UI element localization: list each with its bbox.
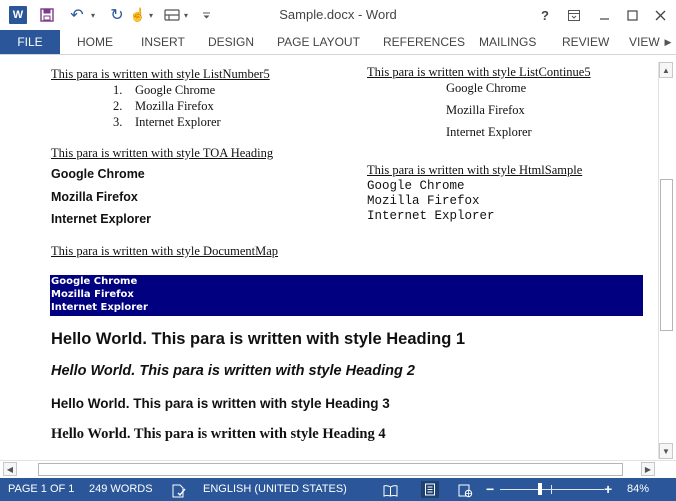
tab-view[interactable]: VIEW	[629, 30, 660, 54]
zoom-in-button[interactable]: +	[604, 478, 612, 501]
list-number5-caption: This para is written with style ListNumb…	[51, 67, 270, 81]
horizontal-scroll-thumb[interactable]	[38, 463, 623, 476]
toa-heading-item: Google Chrome	[51, 167, 145, 181]
page-count-status[interactable]: PAGE 1 OF 1	[8, 478, 74, 501]
help-button[interactable]: ?	[533, 3, 557, 27]
web-layout-icon[interactable]	[458, 478, 473, 501]
list-number5-item-number: 2.	[113, 99, 123, 113]
heading-2: Hello World. This para is written with s…	[51, 363, 415, 379]
scroll-down-icon[interactable]: ▼	[659, 443, 673, 459]
html-sample-caption: This para is written with style HtmlSamp…	[367, 163, 583, 177]
heading-4: Hello World. This para is written with s…	[51, 426, 386, 442]
print-layout-icon[interactable]	[421, 481, 439, 498]
list-number5-item-number: 1.	[113, 83, 123, 97]
document-map-item: Google Chrome	[51, 276, 138, 287]
zoom-slider-center-mark	[551, 485, 552, 494]
language-status[interactable]: ENGLISH (UNITED STATES)	[203, 478, 347, 501]
document-map-block: Google Chrome Mozilla Firefox Internet E…	[50, 275, 643, 316]
list-continue5-item: Google Chrome	[446, 81, 527, 95]
save-icon[interactable]	[38, 5, 56, 25]
word-count-status[interactable]: 249 WORDS	[89, 478, 153, 501]
zoom-slider-thumb[interactable]	[538, 483, 542, 495]
table-dropdown-icon[interactable]: ▾	[181, 5, 191, 25]
list-number5-item: Google Chrome	[135, 83, 216, 97]
scroll-up-icon[interactable]: ▲	[659, 62, 673, 78]
heading-3: Hello World. This para is written with s…	[51, 396, 390, 411]
scroll-left-icon[interactable]: ◀	[3, 462, 17, 476]
undo-icon[interactable]: ↶	[67, 5, 87, 25]
tab-design[interactable]: DESIGN	[208, 30, 254, 54]
toa-heading-item: Mozilla Firefox	[51, 190, 138, 204]
window-title: Sample.docx - Word	[279, 7, 397, 22]
undo-dropdown-icon[interactable]: ▾	[88, 5, 98, 25]
close-icon[interactable]	[648, 3, 672, 27]
touch-mode-icon[interactable]: ☝	[130, 5, 146, 25]
zoom-out-button[interactable]: −	[486, 478, 494, 501]
ribbon-scroll-right-icon[interactable]: ▶	[662, 34, 674, 50]
tab-file[interactable]: FILE	[0, 30, 60, 54]
word-app-icon[interactable]: W	[9, 6, 27, 24]
table-icon[interactable]	[163, 5, 181, 25]
tab-insert[interactable]: INSERT	[141, 30, 185, 54]
tab-review[interactable]: REVIEW	[562, 30, 609, 54]
tab-mailings[interactable]: MAILINGS	[479, 30, 536, 54]
ribbon-display-icon[interactable]	[562, 3, 586, 27]
html-sample-item: Mozilla Firefox	[367, 194, 480, 208]
list-number5-item: Mozilla Firefox	[135, 99, 214, 113]
html-sample-item: Internet Explorer	[367, 209, 495, 223]
zoom-level[interactable]: 84%	[627, 478, 649, 501]
tab-home[interactable]: HOME	[77, 30, 113, 54]
zoom-slider-track[interactable]	[500, 489, 604, 490]
tab-page-layout[interactable]: PAGE LAYOUT	[277, 30, 360, 54]
list-continue5-caption: This para is written with style ListCont…	[367, 65, 591, 79]
vertical-scroll-thumb[interactable]	[660, 179, 673, 331]
list-continue5-item: Mozilla Firefox	[446, 103, 525, 117]
list-continue5-item: Internet Explorer	[446, 125, 532, 139]
tab-references[interactable]: REFERENCES	[383, 30, 465, 54]
list-number5-item: Internet Explorer	[135, 115, 221, 129]
touch-mode-dropdown-icon[interactable]: ▾	[146, 5, 156, 25]
read-mode-icon[interactable]	[383, 478, 398, 501]
document-map-item: Internet Explorer	[51, 302, 148, 313]
maximize-icon[interactable]	[620, 3, 644, 27]
proofing-icon[interactable]	[171, 478, 187, 501]
document-canvas[interactable]: This para is written with style ListNumb…	[0, 55, 658, 460]
toa-heading-item: Internet Explorer	[51, 212, 152, 226]
list-number5-item-number: 3.	[113, 115, 123, 129]
html-sample-item: Google Chrome	[367, 179, 465, 193]
minimize-icon[interactable]	[592, 3, 616, 27]
document-map-item: Mozilla Firefox	[51, 289, 134, 300]
document-map-caption: This para is written with style Document…	[51, 244, 279, 258]
toa-heading-caption: This para is written with style TOA Head…	[51, 146, 274, 160]
redo-icon[interactable]: ↻	[108, 5, 126, 25]
scroll-right-icon[interactable]: ▶	[641, 462, 655, 476]
heading-1: Hello World. This para is written with s…	[51, 330, 466, 348]
